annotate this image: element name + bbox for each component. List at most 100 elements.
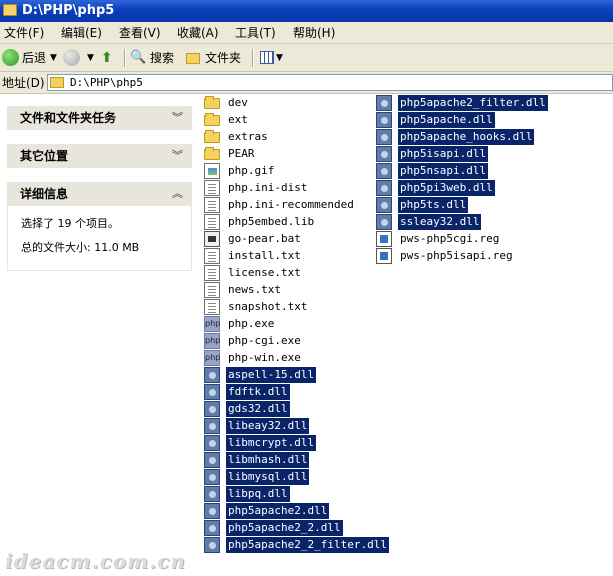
back-label: 后退 (22, 51, 47, 65)
watermark: ideacm.com.cn (5, 549, 186, 573)
text-file-icon (204, 265, 220, 281)
file-name: php5isapi.dll (398, 146, 489, 162)
file-name: go-pear.bat (228, 232, 301, 245)
folder-icon (3, 4, 17, 16)
search-label: 搜索 (150, 51, 175, 65)
details-body: 选择了 19 个项目。 总的文件大小: 11.0 MB (7, 206, 192, 271)
file-name: pws-php5cgi.reg (400, 232, 500, 245)
file-name: php5apache2_2.dll (226, 520, 343, 536)
menu-help[interactable]: 帮助(H) (293, 25, 335, 41)
dll-file-icon (204, 418, 220, 434)
dll-file-icon (204, 503, 220, 519)
folder-icon (204, 147, 220, 160)
file-name: dev (228, 96, 248, 109)
file-name: snapshot.txt (228, 300, 308, 313)
file-name: extras (228, 130, 268, 143)
file-name: aspell-15.dll (226, 367, 317, 383)
back-arrow-icon (2, 49, 19, 66)
chevron-down-icon[interactable]: ︾ (172, 106, 183, 130)
folder-icon (204, 113, 220, 126)
file-tasks-panel: 文件和文件夹任务 ︾ (7, 106, 192, 130)
file-name: ext (228, 113, 248, 126)
file-name: php.gif (228, 164, 275, 177)
back-dropdown-icon[interactable]: ▼ (50, 48, 57, 68)
config-file-icon (204, 197, 220, 213)
menu-view[interactable]: 查看(V) (119, 25, 161, 41)
dll-file-icon (376, 163, 392, 179)
dll-file-icon (204, 435, 220, 451)
file-name: php5apache2_2_filter.dll (226, 537, 389, 553)
file-name: php.ini-recommended (228, 198, 354, 211)
file-name: news.txt (228, 283, 281, 296)
other-places-header[interactable]: 其它位置 ︾ (7, 144, 192, 168)
file-name: php5apache.dll (398, 112, 495, 128)
details-header[interactable]: 详细信息 ︽ (7, 182, 192, 206)
php-exe-icon: php (204, 316, 220, 332)
dll-file-icon (204, 401, 220, 417)
file-name: libmysql.dll (226, 469, 310, 485)
forward-dropdown-icon[interactable]: ▼ (87, 48, 94, 68)
up-folder-icon[interactable]: ⬆ (101, 48, 113, 68)
text-file-icon (204, 248, 220, 264)
other-places-title: 其它位置 (20, 149, 69, 163)
file-name: php5apache2.dll (226, 503, 330, 519)
dll-file-icon (376, 146, 392, 162)
dll-file-icon (376, 214, 392, 230)
file-name: php.ini-dist (228, 181, 308, 194)
file-name: php5nsapi.dll (398, 163, 489, 179)
registry-file-icon (376, 248, 392, 264)
file-name: libeay32.dll (226, 418, 310, 434)
dll-file-icon (204, 384, 220, 400)
file-tasks-title: 文件和文件夹任务 (20, 111, 117, 125)
file-name: php5apache_hooks.dll (398, 129, 535, 145)
dll-file-icon (204, 367, 220, 383)
dll-file-icon (376, 180, 392, 196)
file-name: license.txt (228, 266, 301, 279)
file-name: pws-php5isapi.reg (400, 249, 513, 262)
php-exe-icon: php (204, 350, 220, 366)
folders-icon (186, 53, 200, 64)
folder-icon (204, 96, 220, 109)
details-title: 详细信息 (20, 187, 69, 201)
menu-favorites[interactable]: 收藏(A) (177, 25, 219, 41)
folders-label: 文件夹 (205, 51, 242, 65)
chevron-up-icon[interactable]: ︽ (172, 182, 183, 206)
forward-arrow-icon[interactable] (63, 49, 80, 66)
details-selected-count: 选择了 19 个项目。 (21, 217, 119, 230)
menu-tools[interactable]: 工具(T) (235, 25, 276, 41)
menu-bar: 文件(F) 编辑(E) 查看(V) 收藏(A) 工具(T) 帮助(H) (0, 22, 613, 44)
file-name: install.txt (228, 249, 301, 262)
details-panel: 详细信息 ︽ 选择了 19 个项目。 总的文件大小: 11.0 MB (7, 182, 192, 271)
file-list: dev ext extras PEAR php.gif php.ini-dist php.i… (198, 94, 613, 576)
file-name: libmhash.dll (226, 452, 310, 468)
views-dropdown-icon[interactable]: ▼ (276, 48, 283, 68)
file-name: gds32.dll (226, 401, 290, 417)
text-file-icon (204, 299, 220, 315)
image-file-icon (204, 163, 220, 179)
file-tasks-header[interactable]: 文件和文件夹任务 ︾ (7, 106, 192, 130)
title-bar[interactable]: D:\PHP\php5 (0, 0, 613, 22)
file-name: libpq.dll (226, 486, 290, 502)
config-file-icon (204, 214, 220, 230)
dll-file-icon (376, 112, 392, 128)
dll-file-icon (376, 129, 392, 145)
file-name: php-win.exe (228, 351, 301, 364)
address-bar: 地址(D) D:\PHP\php5 (0, 72, 613, 94)
chevron-down-icon[interactable]: ︾ (172, 144, 183, 168)
dll-file-icon (204, 469, 220, 485)
menu-file[interactable]: 文件(F) (4, 25, 44, 41)
search-icon: 🔍 (130, 50, 147, 65)
file-name: php.exe (228, 317, 275, 330)
registry-file-icon (376, 231, 392, 247)
dll-file-icon (204, 520, 220, 536)
file-name: php-cgi.exe (228, 334, 301, 347)
address-value: D:\PHP\php5 (70, 76, 143, 89)
file-name: libmcrypt.dll (226, 435, 317, 451)
text-file-icon (204, 282, 220, 298)
dll-file-icon (204, 537, 220, 553)
config-file-icon (204, 180, 220, 196)
file-name: ssleay32.dll (398, 214, 482, 230)
views-icon[interactable] (260, 51, 274, 64)
menu-edit[interactable]: 编辑(E) (61, 25, 102, 41)
address-input[interactable]: D:\PHP\php5 (47, 74, 613, 91)
